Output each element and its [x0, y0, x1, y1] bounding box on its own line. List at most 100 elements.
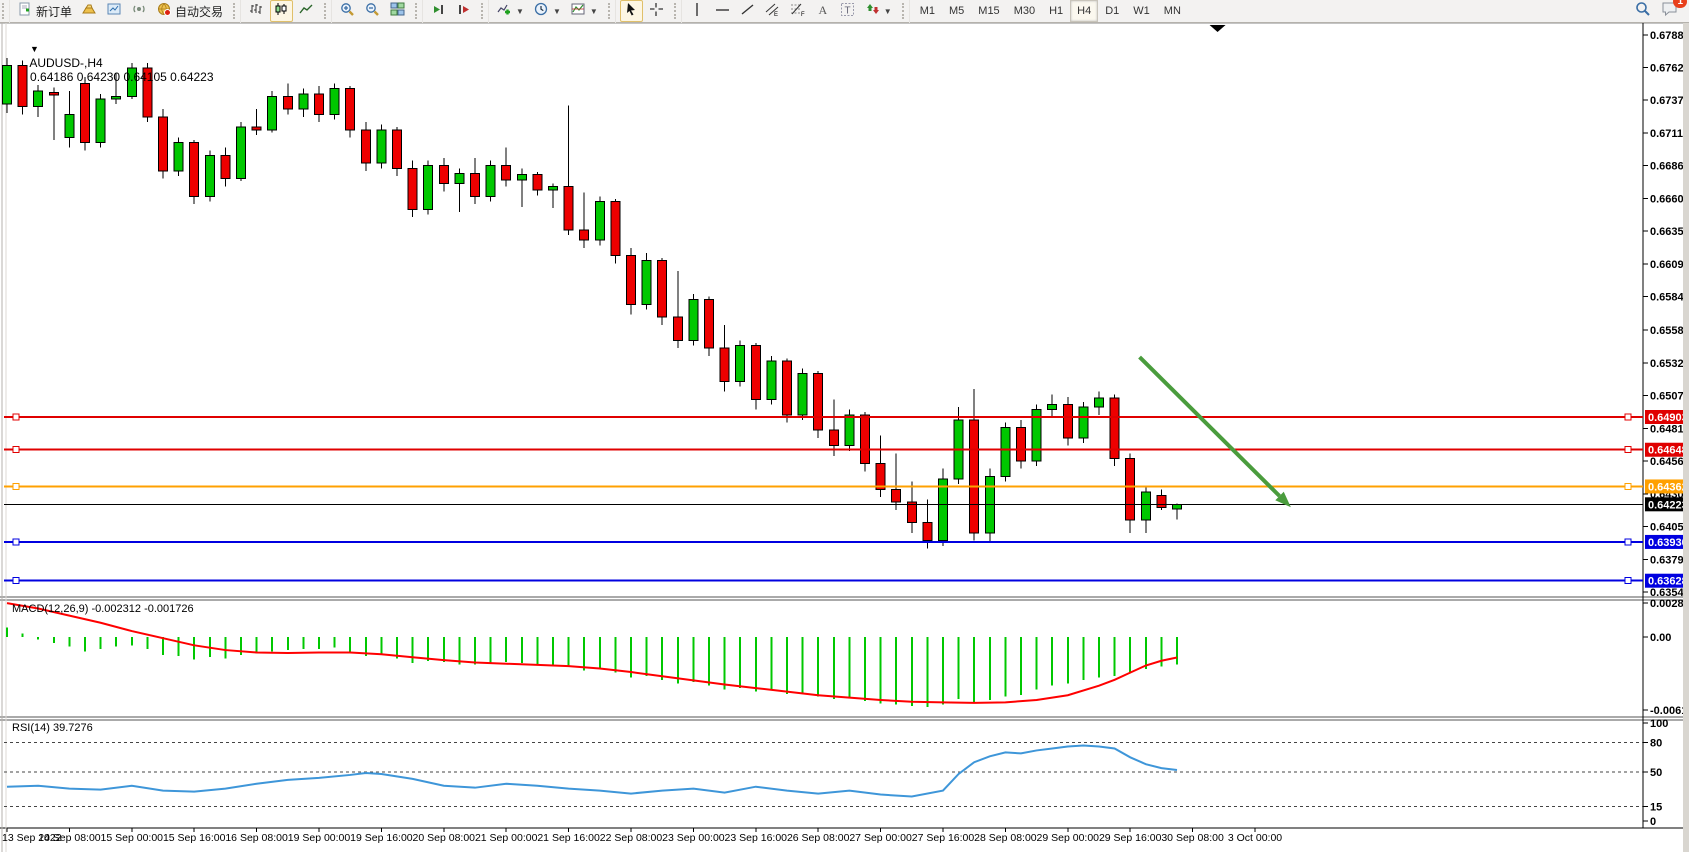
- timeframe-d1-button[interactable]: D1: [1098, 0, 1126, 22]
- timeframe-mn-button[interactable]: MN: [1157, 0, 1188, 22]
- candle-body: [564, 186, 573, 230]
- channel-icon: E: [765, 2, 780, 20]
- dropdown-arrow-icon[interactable]: ▼: [30, 44, 39, 54]
- candle-body: [439, 166, 448, 184]
- signals-button[interactable]: [128, 0, 151, 22]
- svg-text:0.64362: 0.64362: [1648, 481, 1688, 493]
- chart-title: ▼ AUDUSD-,H4 0.64186 0.64230 0.64105 0.6…: [10, 28, 214, 98]
- line-anchor-handle[interactable]: [1625, 447, 1631, 453]
- line-anchor-handle[interactable]: [1625, 483, 1631, 489]
- chart-shift-button[interactable]: [452, 0, 475, 22]
- horizontal-line-button[interactable]: [711, 0, 734, 22]
- candle-body: [705, 299, 714, 348]
- candle-body: [1173, 504, 1182, 509]
- toolbar-group: 新订单 自动交易: [9, 0, 231, 23]
- toolbar-group: [422, 0, 479, 23]
- chat-button[interactable]: 1: [1661, 1, 1679, 22]
- tile-windows-button[interactable]: [386, 0, 409, 22]
- timeframe-m15-button[interactable]: M15: [971, 0, 1006, 22]
- timeframe-w1-button[interactable]: W1: [1126, 0, 1157, 22]
- candle-body: [471, 173, 480, 196]
- autotrading-button[interactable]: 自动交易: [153, 0, 227, 22]
- chart-symbol: AUDUSD-,H4: [29, 56, 102, 70]
- zoom-out-icon: [365, 2, 380, 20]
- candle-body: [892, 489, 901, 502]
- timeframe-group: M1M5M15M30H1H4D1W1MN: [909, 0, 1191, 23]
- candle-body: [205, 155, 214, 196]
- cursor-button[interactable]: [620, 0, 643, 22]
- timeframe-m5-button[interactable]: M5: [942, 0, 971, 22]
- toolbar-group: [240, 0, 322, 23]
- timeframe-m30-button[interactable]: M30: [1007, 0, 1042, 22]
- candle-body: [829, 430, 838, 445]
- toolbar-group: EFA T ▼: [681, 0, 900, 23]
- arrows-button[interactable]: ▼: [861, 0, 896, 22]
- line-chart-button[interactable]: [295, 0, 318, 22]
- dropdown-caret-icon[interactable]: ▼: [590, 7, 598, 16]
- search-icon: [1635, 4, 1651, 21]
- candle-body: [549, 186, 558, 190]
- new-order-button[interactable]: 新订单: [14, 0, 76, 22]
- candle-body: [642, 261, 651, 305]
- svg-text:T: T: [844, 6, 850, 17]
- dropdown-caret-icon[interactable]: ▼: [884, 7, 892, 16]
- timeframe-h1-button[interactable]: H1: [1042, 0, 1070, 22]
- toolbar: 新订单 自动交易 ▼ ▼ ▼ EFA T ▼ M1M5M15M30H1H4D1W1MN 1: [0, 0, 1689, 23]
- candle-body: [611, 202, 620, 256]
- trendline-button[interactable]: [736, 0, 759, 22]
- fibonacci-button[interactable]: F: [786, 0, 809, 22]
- toolbar-separator: [2, 3, 7, 19]
- candlestick-chart-button[interactable]: [270, 0, 293, 22]
- text-a-icon: A: [815, 2, 830, 20]
- timeframe-m1-button[interactable]: M1: [913, 0, 942, 22]
- timeframe-h4-button[interactable]: H4: [1070, 0, 1098, 22]
- line-anchor-handle[interactable]: [13, 539, 19, 545]
- line-anchor-handle[interactable]: [13, 447, 19, 453]
- candle-body: [1001, 428, 1010, 477]
- price-chart: 0.678800.676250.673700.671150.668600.666…: [0, 23, 1689, 852]
- equidistant-channel-button[interactable]: E: [761, 0, 784, 22]
- svg-text:3 Oct 00:00: 3 Oct 00:00: [1228, 832, 1282, 844]
- svg-text:28 Sep 08:00: 28 Sep 08:00: [974, 832, 1037, 844]
- candle-body: [876, 464, 885, 490]
- crosshair-button[interactable]: [645, 0, 668, 22]
- candle-body: [96, 99, 105, 143]
- crosshair-icon: [649, 2, 664, 20]
- open-chart-button[interactable]: [103, 0, 126, 22]
- line-anchor-handle[interactable]: [13, 578, 19, 584]
- vline-icon: [690, 2, 705, 20]
- candle-body: [299, 94, 308, 109]
- svg-text:26 Sep 08:00: 26 Sep 08:00: [787, 832, 850, 844]
- svg-text:29 Sep 00:00: 29 Sep 00:00: [1037, 832, 1100, 844]
- line-anchor-handle[interactable]: [1625, 539, 1631, 545]
- indicators-button[interactable]: ▼: [493, 0, 528, 22]
- candle-body: [237, 127, 246, 178]
- toolbar-group: [615, 0, 672, 23]
- vertical-line-button[interactable]: [686, 0, 709, 22]
- templates-button[interactable]: ▼: [567, 0, 602, 22]
- candle-body: [330, 89, 339, 115]
- svg-text:23 Sep 16:00: 23 Sep 16:00: [725, 832, 788, 844]
- candle-body: [658, 261, 667, 317]
- auto-scroll-button[interactable]: [427, 0, 450, 22]
- line-anchor-handle[interactable]: [13, 483, 19, 489]
- bar-chart-button[interactable]: [245, 0, 268, 22]
- zoom-in-button[interactable]: [336, 0, 359, 22]
- search-button[interactable]: [1635, 1, 1651, 22]
- periods-button[interactable]: ▼: [530, 0, 565, 22]
- window-edge: [1683, 23, 1689, 852]
- new-order-icon: [18, 2, 33, 20]
- text-label-button[interactable]: T: [836, 0, 859, 22]
- dropdown-caret-icon[interactable]: ▼: [553, 7, 561, 16]
- dropdown-caret-icon[interactable]: ▼: [516, 7, 524, 16]
- line-anchor-handle[interactable]: [13, 414, 19, 420]
- line-chart-icon: [299, 2, 314, 20]
- gold-button[interactable]: [78, 0, 101, 22]
- zoom-out-button[interactable]: [361, 0, 384, 22]
- candle-body: [1017, 428, 1026, 461]
- line-anchor-handle[interactable]: [1625, 414, 1631, 420]
- svg-text:80: 80: [1650, 738, 1662, 750]
- line-anchor-handle[interactable]: [1625, 578, 1631, 584]
- text-button[interactable]: A: [811, 0, 834, 22]
- candle-body: [268, 96, 277, 129]
